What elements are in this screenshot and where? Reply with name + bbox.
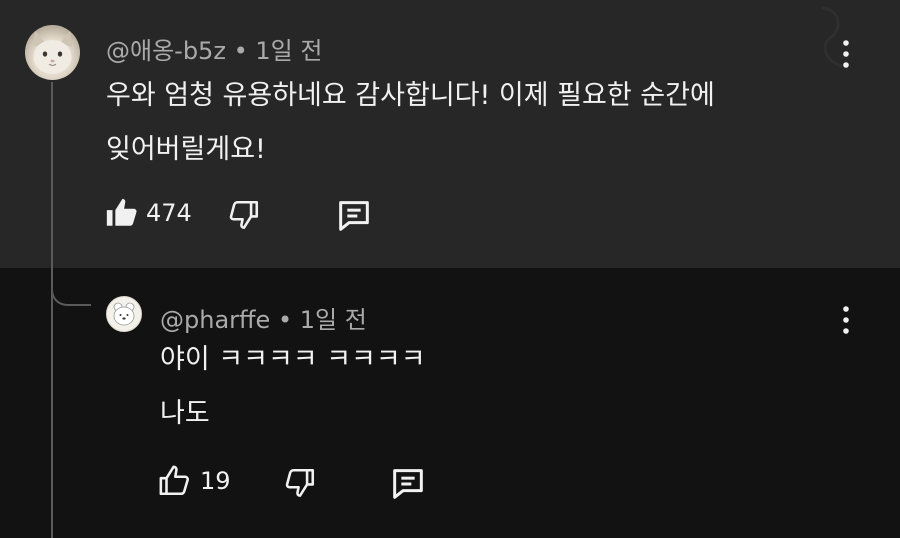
thumbs-up-filled-icon bbox=[106, 198, 137, 226]
reply-time: • 1일 전 bbox=[277, 306, 367, 334]
like-count: 474 bbox=[146, 199, 192, 227]
bear-avatar-icon bbox=[113, 302, 135, 326]
dislike-button[interactable] bbox=[227, 198, 261, 232]
reply-comment-icon bbox=[339, 201, 369, 231]
comment-text: 우와 엄청 유용하네요 감사합니다! 이제 필요한 순간에 잊어버릴게요! bbox=[106, 69, 715, 177]
reply-menu-button[interactable] bbox=[840, 302, 852, 338]
like-count: 19 bbox=[200, 467, 231, 495]
thread-line bbox=[51, 82, 53, 538]
dislike-button[interactable] bbox=[283, 466, 317, 500]
author-name[interactable]: @pharffe bbox=[160, 306, 270, 334]
comments-view: @애옹-b5z • 1일 전 우와 엄청 유용하네요 감사합니다! 이제 필요한… bbox=[0, 0, 900, 538]
thumbs-up-outline-icon bbox=[159, 465, 190, 496]
more-vertical-icon bbox=[843, 306, 849, 334]
thumbs-down-icon bbox=[229, 200, 259, 230]
avatar[interactable] bbox=[106, 296, 142, 332]
reply-button[interactable] bbox=[388, 464, 428, 504]
thumbs-down-icon bbox=[285, 468, 315, 498]
author-name[interactable]: @애옹-b5z bbox=[106, 37, 226, 65]
thread-connector bbox=[51, 268, 91, 306]
comment-text-line: 잊어버릴게요! bbox=[106, 134, 266, 165]
cat-avatar-icon bbox=[33, 31, 72, 74]
more-vertical-icon bbox=[843, 40, 849, 68]
reply-text: 야이 ㅋㅋㅋㅋ ㅋㅋㅋㅋ 나도 bbox=[160, 333, 426, 441]
reply-text-line: 야이 ㅋㅋㅋㅋ ㅋㅋㅋㅋ bbox=[160, 344, 426, 375]
reply-text-line: 나도 bbox=[160, 398, 210, 429]
comment-time: • 1일 전 bbox=[233, 37, 323, 65]
avatar[interactable] bbox=[25, 25, 80, 80]
like-button[interactable]: 19 bbox=[158, 464, 231, 498]
reply-comment-icon bbox=[393, 469, 423, 499]
reply-author-handle[interactable]: @pharffe • 1일 전 bbox=[160, 300, 367, 335]
reply-button[interactable] bbox=[334, 196, 374, 236]
comment-text-line: 우와 엄청 유용하네요 감사합니다! 이제 필요한 순간에 bbox=[106, 80, 715, 111]
comment-author-handle[interactable]: @애옹-b5z • 1일 전 bbox=[106, 31, 322, 66]
like-button[interactable]: 474 bbox=[104, 196, 192, 230]
comment-menu-button[interactable] bbox=[840, 36, 852, 72]
